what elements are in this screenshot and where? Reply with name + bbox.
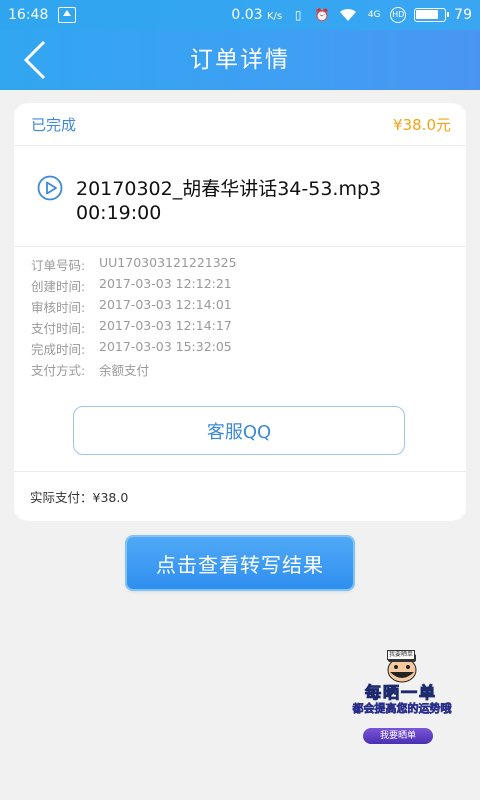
detail-value: 余额支付 — [99, 363, 150, 378]
view-transcription-result-button[interactable]: 点击查看转写结果 — [127, 537, 353, 589]
network-type: 4G — [367, 10, 381, 20]
wifi-icon — [340, 8, 357, 21]
detail-value: 2017-03-03 12:14:17 — [99, 318, 232, 333]
detail-row: 订单号码: UU170303121221325 — [31, 255, 466, 276]
order-price: ¥38.0元 — [393, 115, 451, 134]
signal-icon: 4G — [366, 7, 382, 23]
back-arrow-icon[interactable] — [16, 40, 56, 80]
detail-label: 完成时间: — [31, 342, 86, 357]
network-speed: 0.03 K/s — [231, 7, 282, 23]
order-card: 已完成 ¥38.0元 20170302_胡春华讲话34-53.mp3 00:19… — [14, 103, 466, 521]
status-indicators: 0.03 K/s ▯ ⏰ 4G HD 79 — [231, 7, 472, 23]
detail-label: 支付方式: — [31, 363, 86, 378]
detail-row: 支付时间: 2017-03-03 12:14:17 — [31, 318, 466, 339]
upload-notification-icon — [58, 7, 76, 23]
customer-service-qq-button[interactable]: 客服QQ — [73, 406, 405, 455]
share-order-button[interactable]: 我要晒单 — [363, 728, 433, 744]
network-speed-value: 0.03 — [231, 7, 263, 23]
order-status: 已完成 — [31, 115, 77, 134]
play-icon[interactable] — [37, 175, 63, 201]
detail-label: 审核时间: — [31, 300, 86, 315]
order-card-header: 已完成 ¥38.0元 — [14, 103, 466, 146]
app-header: 订单详情 — [0, 30, 480, 90]
hd-icon: HD — [390, 7, 407, 23]
actual-payment: 实际支付：¥38.0 — [14, 471, 466, 521]
detail-value: 2017-03-03 15:32:05 — [99, 339, 232, 354]
share-order-promo[interactable]: 我要晒单 每晒一单 都会提高您的运势哦 我要晒单 — [342, 650, 462, 750]
file-name: 20170302_胡春华讲话34-53.mp3 — [76, 178, 382, 200]
status-bar: 16:48 0.03 K/s ▯ ⏰ 4G HD 79 — [0, 0, 480, 30]
detail-label: 创建时间: — [31, 279, 86, 294]
detail-value: 2017-03-03 12:14:01 — [99, 297, 232, 312]
file-row[interactable]: 20170302_胡春华讲话34-53.mp3 00:19:00 — [14, 146, 466, 247]
network-speed-unit: K/s — [267, 11, 283, 22]
vibrate-icon: ▯ — [294, 8, 302, 22]
detail-value: UU170303121221325 — [99, 255, 237, 270]
detail-row: 创建时间: 2017-03-03 12:12:21 — [31, 276, 466, 297]
page-title: 订单详情 — [190, 47, 290, 73]
promo-subtitle: 都会提高您的运势哦 — [352, 702, 452, 716]
status-time: 16:48 — [8, 7, 49, 23]
order-details: 订单号码: UU170303121221325 创建时间: 2017-03-03… — [14, 247, 466, 397]
detail-label: 支付时间: — [31, 321, 86, 336]
detail-row: 支付方式: 余额支付 — [31, 360, 466, 381]
alarm-icon: ⏰ — [314, 8, 330, 22]
file-duration: 00:19:00 — [76, 202, 162, 224]
detail-row: 完成时间: 2017-03-03 15:32:05 — [31, 339, 466, 360]
battery-icon — [414, 8, 450, 22]
detail-label: 订单号码: — [31, 258, 86, 273]
detail-row: 审核时间: 2017-03-03 12:14:01 — [31, 297, 466, 318]
battery-level: 79 — [454, 7, 472, 23]
promo-badge: 我要晒单 — [387, 650, 415, 660]
detail-value: 2017-03-03 12:12:21 — [99, 276, 232, 291]
